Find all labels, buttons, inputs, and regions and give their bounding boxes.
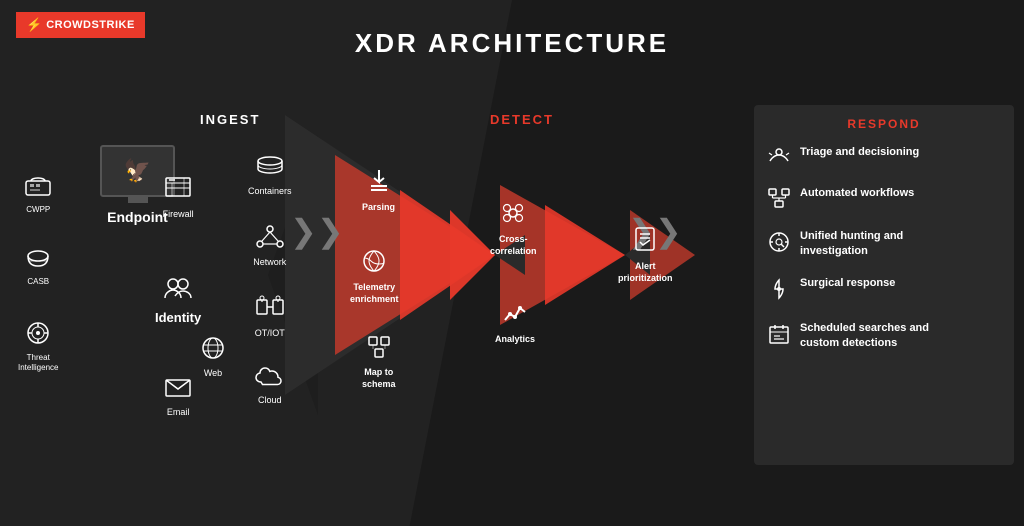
section-label-ingest: INGEST (200, 112, 260, 127)
firewall-icon (155, 175, 201, 206)
telemetry-label: Telemetryenrichment (350, 282, 399, 305)
ingest-right-col: Containers Network OT/IOT Cloud (248, 155, 292, 405)
identity-icon (155, 274, 201, 307)
telemetry-icon (350, 248, 399, 279)
web-label: Web (200, 368, 226, 378)
detect-item-telemetry: Telemetryenrichment (350, 248, 399, 305)
ingest-left-col: CWPP CASB ThreatIntelligence (18, 175, 58, 374)
threat-intel-label: ThreatIntelligence (18, 353, 58, 374)
hunting-icon (768, 231, 790, 258)
cloud-label: Cloud (248, 395, 292, 405)
respond-item-workflows: Automated workflows (768, 186, 1000, 213)
cross-correlation-icon (490, 200, 537, 231)
web-icon (200, 335, 226, 366)
identity-label: Identity (155, 310, 201, 325)
detect-item-analytics: Analytics (495, 300, 535, 344)
respond-item-surgical: Surgical response (768, 276, 1000, 305)
parsing-icon (362, 168, 395, 199)
scheduled-icon (768, 323, 790, 350)
casb-label: CASB (27, 277, 49, 286)
ingest-item-network: Network (248, 224, 292, 267)
casb-icon (25, 248, 51, 275)
ingest-item-identity: Identity (155, 274, 201, 325)
surgical-label: Surgical response (800, 276, 895, 291)
cwpp-label: CWPP (26, 205, 50, 214)
email-label: Email (155, 407, 201, 417)
surgical-icon (768, 278, 790, 305)
detect-item-map-schema: Map toschema (362, 335, 396, 390)
falcon-icon: 🦅 (124, 158, 151, 184)
respond-section-label: RESPOND (768, 117, 1000, 131)
map-schema-icon (362, 335, 396, 364)
triage-icon (768, 147, 790, 170)
ingest-item-firewall: Firewall (155, 175, 201, 219)
respond-item-triage: Triage and decisioning (768, 145, 1000, 170)
alert-priority-label: Alertprioritization (618, 261, 673, 284)
ingest-center-col: Firewall Identity Email (155, 175, 201, 417)
parsing-label: Parsing (362, 202, 395, 212)
containers-icon (248, 155, 292, 184)
network-icon (248, 224, 292, 255)
ingest-item-web: Web (200, 335, 226, 378)
threat-intel-icon (25, 320, 51, 351)
detect-item-alert-priority: Alertprioritization (618, 225, 673, 284)
analytics-icon (495, 300, 535, 331)
ingest-item-casb: CASB (18, 248, 58, 286)
cloud-icon (248, 366, 292, 393)
chevron-arrow-1: ❯❯ (290, 215, 344, 247)
ingest-item-email: Email (155, 377, 201, 417)
hunting-label: Unified hunting andinvestigation (800, 229, 903, 260)
alert-priority-icon (618, 225, 673, 258)
ingest-item-cloud: Cloud (248, 366, 292, 405)
containers-label: Containers (248, 186, 292, 196)
otiot-label: OT/IOT (248, 328, 292, 338)
scheduled-label: Scheduled searches andcustom detections (800, 321, 929, 352)
respond-item-scheduled: Scheduled searches andcustom detections (768, 321, 1000, 352)
triage-label: Triage and decisioning (800, 145, 919, 160)
detect-item-parsing: Parsing (362, 168, 395, 212)
ingest-item-threat-intel: ThreatIntelligence (18, 320, 58, 374)
otiot-icon (248, 295, 292, 326)
ingest-item-otiot: OT/IOT (248, 295, 292, 338)
cwpp-icon (25, 175, 51, 203)
page-title: XDR ARCHITECTURE (0, 28, 1024, 59)
email-icon (155, 377, 201, 404)
workflows-icon (768, 188, 790, 213)
network-label: Network (248, 257, 292, 267)
map-schema-label: Map toschema (362, 367, 396, 390)
firewall-label: Firewall (155, 209, 201, 219)
analytics-label: Analytics (495, 334, 535, 344)
cross-correlation-label: Cross-correlation (490, 234, 537, 257)
detect-item-cross-correlation: Cross-correlation (490, 200, 537, 257)
respond-section: RESPOND Triage and decisioning Automated… (754, 105, 1014, 465)
respond-item-hunting: Unified hunting andinvestigation (768, 229, 1000, 260)
section-label-detect: DETECT (490, 112, 554, 127)
ingest-item-containers: Containers (248, 155, 292, 196)
workflows-label: Automated workflows (800, 186, 914, 201)
ingest-item-cwpp: CWPP (18, 175, 58, 214)
